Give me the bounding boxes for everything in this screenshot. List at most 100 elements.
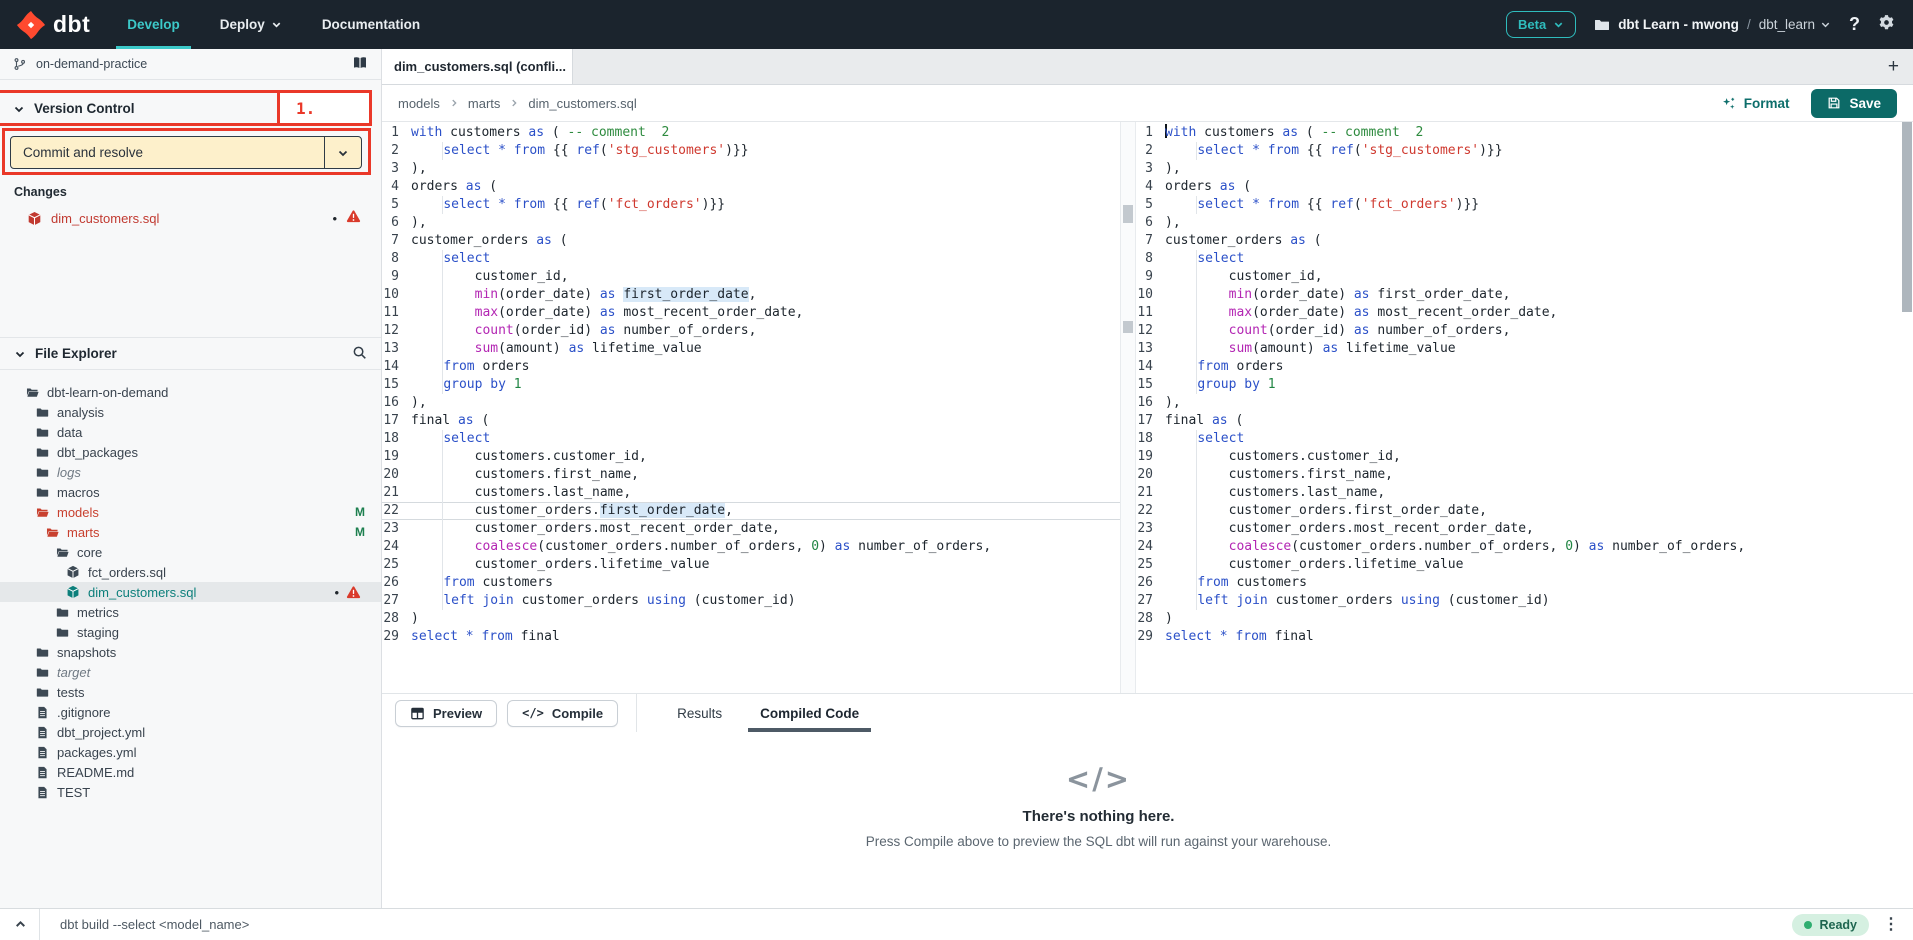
tree-item-models[interactable]: modelsM [0, 502, 381, 522]
breadcrumb-models[interactable]: models [398, 96, 440, 111]
code-line: 23 customer_orders.most_recent_order_dat… [382, 520, 1120, 538]
docs-book-icon[interactable] [352, 55, 368, 74]
file-icon [36, 746, 49, 759]
tree-item-snapshots[interactable]: snapshots [0, 642, 381, 662]
format-button[interactable]: Format [1721, 96, 1790, 111]
scroll-marker[interactable] [1123, 321, 1133, 333]
tree-item-label: fct_orders.sql [88, 565, 166, 580]
gear-icon[interactable] [1878, 14, 1895, 36]
code-line: 5 select * from {{ ref('fct_orders')}} [382, 196, 1120, 214]
kebab-menu-icon[interactable]: ⋮ [1883, 917, 1899, 933]
git-branch-row[interactable]: on-demand-practice [0, 49, 381, 80]
tree-item-test[interactable]: TEST [0, 782, 381, 802]
tree-item-logs[interactable]: logs [0, 462, 381, 482]
chevron-down-icon [337, 147, 349, 159]
branch-name: on-demand-practice [36, 57, 147, 71]
folder-icon [36, 666, 49, 679]
code-editor-right[interactable]: 1with customers as ( -- comment 22 selec… [1136, 124, 1901, 646]
tree-item-readme-md[interactable]: README.md [0, 762, 381, 782]
commit-options-caret[interactable] [324, 137, 361, 168]
empty-state-caption: Press Compile above to preview the SQL d… [382, 834, 1815, 849]
tree-item-dbt-project-yml[interactable]: dbt_project.yml [0, 722, 381, 742]
line-number: 4 [382, 178, 411, 196]
changed-file-row[interactable]: dim_customers.sql • [0, 207, 381, 229]
code-line: 14 from orders [1136, 358, 1901, 376]
editor-pane-left[interactable]: 1with customers as ( -- comment 22 selec… [382, 122, 1120, 693]
preview-button[interactable]: Preview [395, 700, 497, 727]
tree-item-analysis[interactable]: analysis [0, 402, 381, 422]
line-number: 28 [1136, 610, 1165, 628]
git-branch-icon [13, 57, 27, 71]
commit-and-resolve-button[interactable]: Commit and resolve [10, 136, 362, 169]
code-line: 5 select * from {{ ref('fct_orders')}} [1136, 196, 1901, 214]
chevron-up-icon[interactable] [0, 918, 39, 931]
folder-icon [36, 426, 49, 439]
tab-dim-customers[interactable]: dim_customers.sql (confli... [382, 49, 573, 84]
line-number: 12 [1136, 322, 1165, 340]
tree-item-target[interactable]: target [0, 662, 381, 682]
code-line: 9 customer_id, [1136, 268, 1901, 286]
tree-item-staging[interactable]: staging [0, 622, 381, 642]
code-line: 4orders as ( [1136, 178, 1901, 196]
tree-item-label: dbt_project.yml [57, 725, 145, 740]
tree-item-dbt-learn-on-demand[interactable]: dbt-learn-on-demand [0, 382, 381, 402]
code-line: 12 count(order_id) as number_of_orders, [382, 322, 1120, 340]
tree-item-packages-yml[interactable]: packages.yml [0, 742, 381, 762]
folder-icon [36, 466, 49, 479]
environment-selector[interactable]: dbt_learn [1759, 17, 1831, 32]
compile-button[interactable]: </> Compile [507, 700, 618, 727]
editor-pane-right[interactable]: 1with customers as ( -- comment 22 selec… [1136, 122, 1901, 693]
breadcrumb-marts[interactable]: marts [468, 96, 501, 111]
code-line: 18 select [1136, 430, 1901, 448]
tree-item--gitignore[interactable]: .gitignore [0, 702, 381, 722]
tree-item-marts[interactable]: martsM [0, 522, 381, 542]
help-icon[interactable]: ? [1849, 14, 1860, 35]
folder-icon [56, 626, 69, 639]
version-control-header[interactable]: Version Control [0, 93, 280, 124]
tree-item-dim-customers-sql[interactable]: dim_customers.sql• [0, 582, 381, 602]
tree-item-label: marts [67, 525, 100, 540]
code-line: 9 customer_id, [382, 268, 1120, 286]
command-input[interactable]: dbt build --select <model_name> [60, 917, 249, 932]
tab-compiled-code[interactable]: Compiled Code [748, 694, 871, 732]
tree-item-label: core [77, 545, 102, 560]
nav-item-deploy[interactable]: Deploy [209, 0, 293, 49]
line-number: 23 [382, 520, 411, 538]
tree-item-tests[interactable]: tests [0, 682, 381, 702]
tree-item-fct-orders-sql[interactable]: fct_orders.sql [0, 562, 381, 582]
search-icon[interactable] [352, 345, 367, 363]
chevron-down-icon [1820, 19, 1831, 30]
tree-item-label: staging [77, 625, 119, 640]
primary-nav: Develop Deploy Documentation [116, 0, 449, 49]
project-selector[interactable]: dbt Learn - mwong / dbt_learn [1594, 17, 1831, 33]
code-editor-left[interactable]: 1with customers as ( -- comment 22 selec… [382, 124, 1120, 646]
file-explorer-header[interactable]: File Explorer [0, 337, 381, 370]
save-button[interactable]: Save [1811, 89, 1897, 118]
sparkles-icon [1721, 96, 1736, 111]
tree-item-dbt-packages[interactable]: dbt_packages [0, 442, 381, 462]
right-scrollbar-thumb[interactable] [1902, 122, 1912, 312]
scrollbar-thumb[interactable] [1123, 205, 1133, 223]
line-number: 6 [1136, 214, 1165, 232]
line-number: 7 [1136, 232, 1165, 250]
nav-item-develop[interactable]: Develop [116, 0, 191, 49]
unsaved-dot: • [332, 212, 337, 225]
beta-dropdown[interactable]: Beta [1506, 11, 1576, 38]
line-number: 29 [1136, 628, 1165, 646]
breadcrumb-file[interactable]: dim_customers.sql [528, 96, 636, 111]
tree-item-macros[interactable]: macros [0, 482, 381, 502]
line-number: 26 [382, 574, 411, 592]
tree-item-core[interactable]: core [0, 542, 381, 562]
line-number: 16 [382, 394, 411, 412]
tree-item-data[interactable]: data [0, 422, 381, 442]
unsaved-dot: • [334, 586, 339, 599]
dbt-logo[interactable]: dbt [16, 10, 90, 40]
code-line: 7customer_orders as ( [1136, 232, 1901, 250]
tab-results[interactable]: Results [665, 694, 734, 732]
tree-item-metrics[interactable]: metrics [0, 602, 381, 622]
line-number: 18 [1136, 430, 1165, 448]
new-tab-icon[interactable]: + [1888, 57, 1899, 76]
nav-item-documentation[interactable]: Documentation [311, 0, 431, 49]
code-line: 25 customer_orders.lifetime_value [1136, 556, 1901, 574]
code-line: 3), [382, 160, 1120, 178]
